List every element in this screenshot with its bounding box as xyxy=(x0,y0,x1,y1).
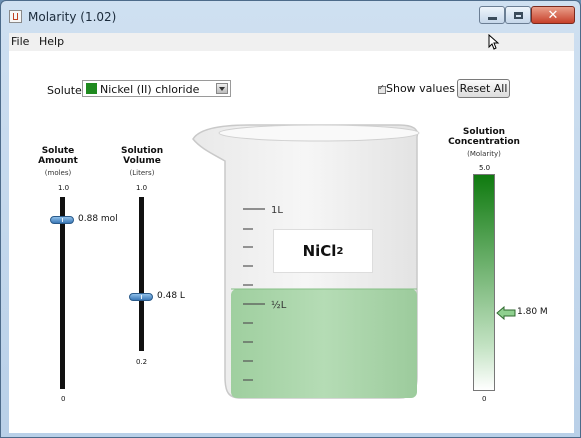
java-app-icon xyxy=(9,10,22,23)
solution-volume-min: 0.2 xyxy=(136,358,148,366)
concentration-min: 0 xyxy=(482,395,487,403)
simulation-panel: Solute: Nickel (II) chloride Show values… xyxy=(9,51,574,433)
concentration-max: 5.0 xyxy=(479,164,491,172)
show-values-checkbox[interactable] xyxy=(378,83,386,94)
solution-volume-title: Solution Volume xyxy=(121,146,164,166)
minimize-icon xyxy=(487,16,497,20)
solute-color-swatch xyxy=(86,83,97,94)
solution-volume-unit: (Liters) xyxy=(129,169,155,177)
concentration-bar xyxy=(473,174,495,391)
solute-amount-min: 0 xyxy=(61,395,66,403)
close-button[interactable]: ✕ xyxy=(531,6,575,24)
beaker-mark-half: ½L xyxy=(271,299,287,311)
window-title: Molarity (1.02) xyxy=(28,10,117,24)
minimize-button[interactable] xyxy=(479,6,505,24)
solute-label: Solute: xyxy=(47,84,86,97)
show-values-label[interactable]: Show values xyxy=(386,82,455,95)
app-window: Molarity (1.02) ✕ File Help Solute: Nick… xyxy=(0,0,581,438)
menu-help[interactable]: Help xyxy=(39,35,64,48)
mouse-cursor-icon xyxy=(488,34,500,50)
solute-amount-track[interactable] xyxy=(60,197,65,389)
solution-volume-value: 0.48 L xyxy=(157,291,185,302)
solution-volume-thumb[interactable] xyxy=(129,293,153,302)
solute-amount-title: Solute Amount xyxy=(38,146,78,166)
beaker-mark-1l: 1L xyxy=(271,205,283,216)
solute-formula-label: NiCl 2 xyxy=(273,229,373,273)
title-bar[interactable]: Molarity (1.02) ✕ xyxy=(1,1,580,31)
solution-volume-track[interactable] xyxy=(139,197,144,351)
solute-amount-thumb[interactable] xyxy=(50,216,74,225)
formula-base: NiCl xyxy=(302,242,337,260)
solute-selected-value: Nickel (II) chloride xyxy=(100,83,200,96)
dropdown-arrow-icon[interactable] xyxy=(216,83,228,94)
solute-dropdown[interactable]: Nickel (II) chloride xyxy=(82,80,231,97)
close-icon: ✕ xyxy=(547,7,559,23)
reset-all-button[interactable]: Reset All xyxy=(457,79,510,98)
menu-file[interactable]: File xyxy=(11,35,29,48)
solute-amount-value: 0.88 mol xyxy=(78,214,118,225)
concentration-unit: (Molarity) xyxy=(467,150,501,158)
solution-volume-max: 1.0 xyxy=(136,184,148,192)
solution-liquid xyxy=(231,289,417,398)
formula-subscript: 2 xyxy=(336,245,344,257)
solute-amount-max: 1.0 xyxy=(58,184,70,192)
maximize-icon xyxy=(513,11,523,19)
concentration-title: Solution Concentration xyxy=(448,127,520,147)
concentration-value: 1.80 M xyxy=(517,306,548,317)
solute-amount-unit: (moles) xyxy=(44,169,72,177)
concentration-pointer-icon xyxy=(496,305,516,320)
maximize-button[interactable] xyxy=(505,6,531,24)
